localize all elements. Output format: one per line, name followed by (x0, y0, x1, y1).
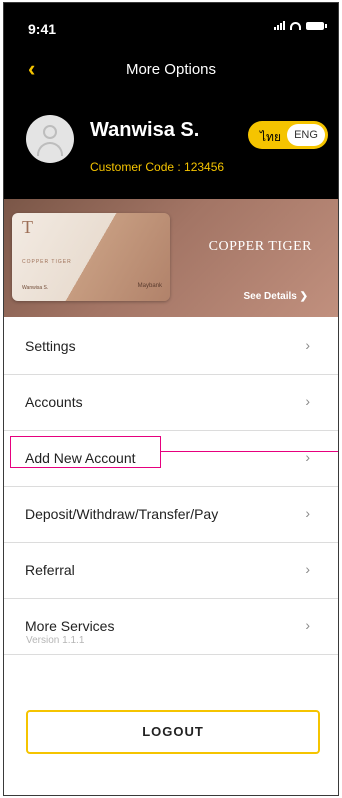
card-bank: Maybank (137, 283, 162, 289)
status-time: 9:41 (28, 21, 57, 37)
card-logo: T (22, 217, 33, 237)
menu-item-more-services[interactable]: More Services › (4, 599, 338, 655)
user-name: Wanwisa S. (90, 119, 200, 141)
signal-icon (274, 21, 285, 30)
highlight-box (10, 436, 161, 468)
menu-item-deposit-withdraw-transfer-pay[interactable]: Deposit/Withdraw/Transfer/Pay › (4, 487, 338, 543)
menu-item-label: Deposit/Withdraw/Transfer/Pay (25, 506, 219, 522)
card-name: COPPER TIGER (22, 259, 72, 265)
avatar-body-shape (37, 142, 63, 156)
phone-screen: 9:41 ‹ More Options Wanwisa S. Customer … (3, 2, 339, 796)
menu-item-label: Settings (25, 338, 76, 354)
callout-line (161, 451, 338, 452)
menu-item-settings[interactable]: Settings › (4, 319, 338, 375)
language-thai[interactable]: ไทย (260, 128, 281, 147)
chevron-right-icon: › (305, 393, 310, 409)
header: 9:41 ‹ More Options Wanwisa S. Customer … (4, 3, 338, 199)
battery-icon (306, 21, 327, 30)
language-toggle[interactable]: ไทย ENG (248, 121, 328, 149)
menu-item-referral[interactable]: Referral › (4, 543, 338, 599)
menu-item-label: Referral (25, 562, 75, 578)
avatar[interactable] (26, 115, 74, 163)
avatar-head-shape (43, 125, 57, 139)
version-text: Version 1.1.1 (26, 635, 85, 646)
chevron-right-icon: › (305, 337, 310, 353)
menu-item-label: Accounts (25, 394, 83, 410)
card-holder: Wanwisa S. (22, 285, 49, 291)
customer-code: Customer Code : 123456 (90, 160, 225, 174)
logout-button[interactable]: LOGOUT (26, 710, 320, 754)
banner-title: COPPER TIGER (208, 239, 312, 254)
status-icons (274, 21, 327, 30)
see-details-link[interactable]: See Details ❯ (243, 291, 308, 302)
credit-card-image: T COPPER TIGER Wanwisa S. Maybank (12, 213, 170, 301)
menu-item-accounts[interactable]: Accounts › (4, 375, 338, 431)
language-english[interactable]: ENG (287, 124, 325, 146)
page-title: More Options (125, 61, 217, 78)
card-banner[interactable]: T COPPER TIGER Wanwisa S. Maybank COPPER… (4, 199, 338, 317)
chevron-right-icon: › (305, 617, 310, 633)
chevron-right-icon: › (305, 561, 310, 577)
chevron-right-icon: › (305, 505, 310, 521)
wifi-icon (290, 21, 301, 30)
options-menu: Settings › Accounts › Add New Account › … (4, 319, 338, 655)
menu-item-label: More Services (25, 618, 115, 634)
